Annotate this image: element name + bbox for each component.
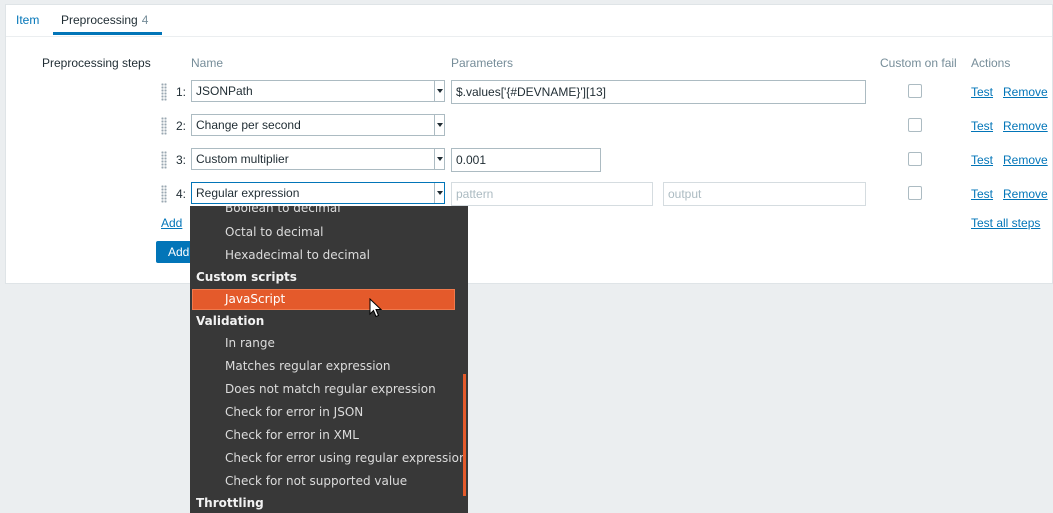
header-parameters: Parameters bbox=[451, 56, 514, 70]
remove-link[interactable]: Remove bbox=[1003, 119, 1048, 133]
dropdown-option[interactable]: Check for not supported value bbox=[225, 474, 407, 488]
step-type-select[interactable]: Change per second bbox=[191, 114, 445, 136]
step-number: 1: bbox=[176, 85, 187, 99]
test-all-steps-link[interactable]: Test all steps bbox=[971, 216, 1040, 230]
step-type-select[interactable]: JSONPath bbox=[191, 80, 445, 102]
dropdown-group-throttling: Throttling bbox=[196, 496, 264, 510]
add-step-link[interactable]: Add bbox=[161, 216, 182, 230]
custom-on-fail-checkbox[interactable] bbox=[908, 84, 922, 98]
tabs-bar: Item Preprocessing 4 bbox=[6, 5, 1052, 37]
dropdown-option[interactable]: Octal to decimal bbox=[225, 225, 323, 239]
dropdown-option[interactable]: Check for error using regular expression bbox=[225, 451, 467, 465]
dropdown-option-label: JavaScript bbox=[225, 292, 286, 306]
dropdown-group-validation: Validation bbox=[196, 314, 265, 328]
custom-on-fail-checkbox[interactable] bbox=[908, 152, 922, 166]
step-number: 3: bbox=[176, 153, 187, 167]
chevron-down-icon bbox=[434, 81, 444, 101]
test-link[interactable]: Test bbox=[971, 153, 993, 167]
drag-handle-icon[interactable] bbox=[161, 83, 167, 101]
dropdown-option[interactable]: Check for error in JSON bbox=[225, 405, 363, 419]
custom-on-fail-checkbox[interactable] bbox=[908, 118, 922, 132]
header-custom-on-fail: Custom on fail bbox=[880, 56, 957, 70]
tab-count-badge: 4 bbox=[141, 13, 149, 27]
dropdown-option[interactable]: In range bbox=[225, 336, 275, 350]
remove-link[interactable]: Remove bbox=[1003, 187, 1048, 201]
test-link[interactable]: Test bbox=[971, 187, 993, 201]
step-param-input[interactable]: $.values['{#DEVNAME}'][13] bbox=[451, 80, 866, 104]
chevron-down-icon bbox=[434, 183, 444, 203]
chevron-down-icon bbox=[434, 115, 444, 135]
active-tab-indicator bbox=[53, 32, 162, 35]
dropdown-option[interactable]: Matches regular expression bbox=[225, 359, 391, 373]
header-actions: Actions bbox=[971, 56, 1011, 70]
dropdown-scrollbar[interactable] bbox=[463, 374, 466, 496]
step-type-value: JSONPath bbox=[196, 84, 253, 98]
dropdown-option[interactable]: Boolean to decimal bbox=[225, 206, 341, 215]
step-type-value: Change per second bbox=[196, 118, 301, 132]
tab-item[interactable]: Item bbox=[16, 13, 39, 27]
tab-preprocessing-label: Preprocessing bbox=[61, 13, 138, 27]
preprocessing-steps-label: Preprocessing steps bbox=[42, 56, 151, 70]
step-type-value: Custom multiplier bbox=[196, 152, 289, 166]
custom-on-fail-checkbox[interactable] bbox=[908, 186, 922, 200]
step-type-select[interactable]: Regular expression bbox=[191, 182, 445, 204]
step-type-value: Regular expression bbox=[196, 186, 300, 200]
remove-link[interactable]: Remove bbox=[1003, 153, 1048, 167]
tab-item-label: Item bbox=[16, 13, 40, 27]
dropdown-option-selected[interactable]: JavaScript bbox=[192, 289, 455, 310]
drag-handle-icon[interactable] bbox=[161, 185, 167, 203]
step-type-select[interactable]: Custom multiplier bbox=[191, 148, 445, 170]
remove-link[interactable]: Remove bbox=[1003, 85, 1048, 99]
test-link[interactable]: Test bbox=[971, 119, 993, 133]
dropdown-option[interactable]: Check for error in XML bbox=[225, 428, 359, 442]
step-number: 2: bbox=[176, 119, 187, 133]
test-link[interactable]: Test bbox=[971, 85, 993, 99]
step-number: 4: bbox=[176, 187, 187, 201]
drag-handle-icon[interactable] bbox=[161, 117, 167, 135]
drag-handle-icon[interactable] bbox=[161, 151, 167, 169]
dropdown-option[interactable]: Does not match regular expression bbox=[225, 382, 436, 396]
pattern-input[interactable]: pattern bbox=[451, 182, 653, 206]
chevron-down-icon bbox=[434, 149, 444, 169]
step-type-dropdown[interactable]: Boolean to decimal Octal to decimal Hexa… bbox=[190, 206, 468, 513]
mouse-cursor-icon bbox=[369, 298, 383, 318]
header-name: Name bbox=[191, 56, 224, 70]
output-input[interactable]: output bbox=[663, 182, 866, 206]
tab-preprocessing[interactable]: Preprocessing 4 bbox=[61, 13, 148, 27]
dropdown-group-custom-scripts: Custom scripts bbox=[196, 270, 297, 284]
step-param-input[interactable]: 0.001 bbox=[451, 148, 601, 172]
dropdown-option[interactable]: Hexadecimal to decimal bbox=[225, 248, 370, 262]
